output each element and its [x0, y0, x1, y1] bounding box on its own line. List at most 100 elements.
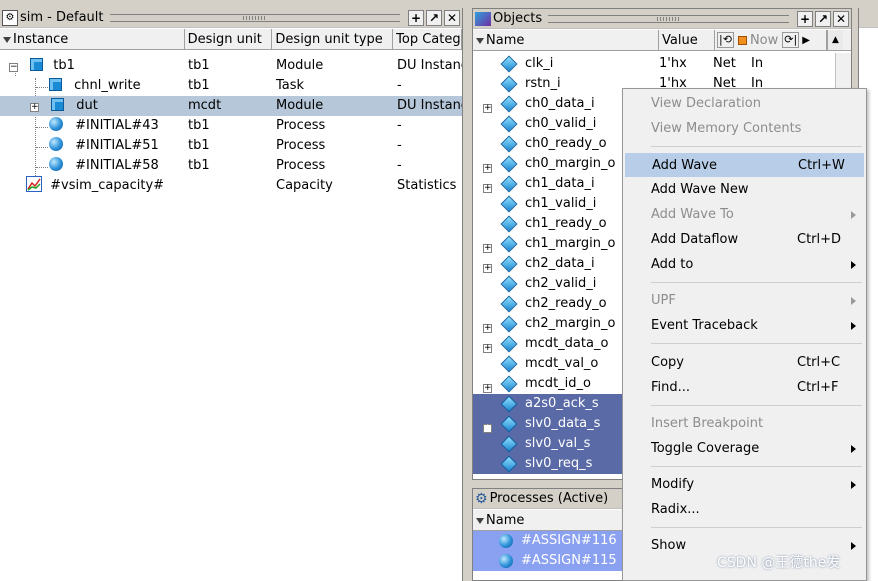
submenu-arrow-icon — [851, 481, 856, 489]
objects-pane-titlebar[interactable]: Objects + ↗ ✕ — [473, 9, 851, 29]
col-name[interactable]: Name — [473, 30, 659, 50]
signal-icon — [500, 175, 518, 193]
submenu-arrow-icon — [851, 211, 856, 219]
process-icon — [49, 137, 63, 151]
sim-pane-grip[interactable] — [109, 13, 400, 22]
menu-toggle-coverage[interactable]: Toggle Coverage — [625, 437, 864, 461]
tree-row-initial-58[interactable]: #INITIAL#58 tb1 Process - — [0, 156, 462, 176]
menu-modify[interactable]: Modify — [625, 473, 864, 497]
expand-icon[interactable]: + — [483, 424, 492, 433]
jump-back-icon[interactable]: |⟲ — [717, 32, 734, 48]
menu-copy[interactable]: Copy Ctrl+C — [625, 351, 864, 375]
process-icon — [49, 117, 63, 131]
expand-icon[interactable]: + — [483, 324, 492, 333]
module-icon — [51, 98, 65, 111]
module-icon — [30, 58, 44, 71]
expand-icon[interactable]: + — [483, 384, 492, 393]
expand-icon[interactable]: + — [483, 264, 492, 273]
objects-toolbar: |⟲ Now ⟳| ▶ — [715, 30, 827, 50]
signal-icon — [500, 95, 518, 113]
sim-pane-title: sim - Default — [20, 10, 104, 25]
signal-icon — [500, 335, 518, 353]
sim-pane-add-button[interactable]: + — [408, 9, 424, 26]
menu-insert-breakpoint[interactable]: Insert Breakpoint — [625, 412, 864, 436]
process-row-assign-115[interactable]: #ASSIGN#115 — [473, 551, 631, 571]
objects-pane-add-button[interactable]: + — [797, 10, 813, 27]
expand-icon[interactable]: + — [483, 344, 492, 353]
menu-add-to[interactable]: Add to — [625, 253, 864, 277]
signal-icon — [500, 255, 518, 273]
menu-view-declaration[interactable]: View Declaration — [625, 92, 864, 116]
menu-add-wave[interactable]: Add Wave Ctrl+W — [625, 153, 864, 177]
objects-pane-header: Name Value |⟲ Now ⟳| ▶ ▲ — [473, 29, 851, 51]
submenu-arrow-icon — [851, 322, 856, 330]
menu-radix[interactable]: Radix... — [625, 498, 864, 522]
col-design-unit[interactable]: Design unit — [185, 29, 273, 49]
signal-icon — [500, 395, 518, 413]
col-top-category[interactable]: Top Categ — [393, 29, 462, 49]
process-icon — [499, 554, 513, 568]
submenu-arrow-icon — [851, 542, 856, 550]
signal-icon — [500, 355, 518, 373]
jump-forward-icon[interactable]: ⟳| — [782, 32, 800, 48]
tree-row-chnl-write[interactable]: chnl_write tb1 Task - — [0, 76, 462, 96]
col-process-name[interactable]: Name — [473, 510, 631, 530]
menu-upf[interactable]: UPF — [625, 289, 864, 313]
expand-icon[interactable]: + — [483, 164, 492, 173]
sim-pane: ⚙ sim - Default + ↗ ✕ Instance Design un… — [0, 8, 463, 581]
col-design-unit-type[interactable]: Design unit type — [272, 29, 394, 49]
expand-icon[interactable]: + — [30, 103, 39, 112]
submenu-arrow-icon — [851, 445, 856, 453]
menu-add-wave-new[interactable]: Add Wave New — [625, 178, 864, 202]
signal-icon — [500, 415, 518, 433]
scroll-right-icon[interactable]: ▶ — [802, 30, 810, 50]
now-marker-icon — [737, 35, 747, 45]
processes-pane-header: Name — [473, 509, 631, 531]
tree-row-tb1[interactable]: − tb1 tb1 Module DU Instanc — [0, 56, 462, 76]
scroll-up-button[interactable]: ▲ — [827, 30, 843, 50]
sort-down-icon — [476, 517, 484, 524]
col-instance[interactable]: Instance — [0, 29, 185, 49]
signal-icon — [500, 235, 518, 253]
tree-row-initial-43[interactable]: #INITIAL#43 tb1 Process - — [0, 116, 462, 136]
expand-icon[interactable]: + — [483, 244, 492, 253]
signal-icon — [500, 215, 518, 233]
objects-pane-grip[interactable] — [548, 14, 789, 23]
object-row-clk-i[interactable]: clk_i 1'hx Net In — [473, 54, 819, 74]
signal-icon — [500, 195, 518, 213]
capacity-chart-icon — [26, 176, 42, 192]
task-icon — [49, 78, 62, 91]
menu-view-memory-contents[interactable]: View Memory Contents — [625, 117, 864, 141]
expand-icon[interactable]: + — [483, 184, 492, 193]
sim-pane-close-button[interactable]: ✕ — [444, 9, 460, 26]
signal-icon — [500, 295, 518, 313]
signal-icon — [500, 315, 518, 333]
signal-icon — [500, 275, 518, 293]
process-row-assign-116[interactable]: #ASSIGN#116 — [473, 531, 631, 551]
signal-icon — [500, 435, 518, 453]
sim-pane-titlebar[interactable]: ⚙ sim - Default + ↗ ✕ — [0, 8, 462, 28]
submenu-arrow-icon — [851, 297, 856, 305]
signal-icon — [500, 135, 518, 153]
now-label[interactable]: Now — [750, 30, 778, 50]
menu-add-wave-to[interactable]: Add Wave To — [625, 203, 864, 227]
signal-icon — [500, 55, 518, 73]
signal-icon — [500, 455, 518, 473]
expand-icon[interactable]: + — [483, 104, 492, 113]
watermark: CSDN @王德the发 — [717, 555, 841, 571]
menu-event-traceback[interactable]: Event Traceback — [625, 314, 864, 338]
tree-row-initial-51[interactable]: #INITIAL#51 tb1 Process - — [0, 136, 462, 156]
col-value[interactable]: Value — [659, 30, 715, 50]
signal-icon — [500, 115, 518, 133]
objects-pane-close-button[interactable]: ✕ — [833, 10, 849, 27]
tree-row-vsim-capacity[interactable]: #vsim_capacity# Capacity Statistics — [0, 176, 462, 196]
objects-pane-undock-button[interactable]: ↗ — [815, 10, 831, 27]
signal-icon — [500, 155, 518, 173]
menu-find[interactable]: Find... Ctrl+F — [625, 376, 864, 400]
collapse-icon[interactable]: − — [9, 63, 18, 72]
process-icon — [499, 534, 513, 548]
tree-row-dut[interactable]: + dut mcdt Module DU Instanc — [0, 96, 462, 116]
processes-pane-titlebar[interactable]: ⚙ Processes (Active) — [473, 489, 631, 509]
menu-add-dataflow[interactable]: Add Dataflow Ctrl+D — [625, 228, 864, 252]
sim-pane-undock-button[interactable]: ↗ — [426, 9, 442, 26]
